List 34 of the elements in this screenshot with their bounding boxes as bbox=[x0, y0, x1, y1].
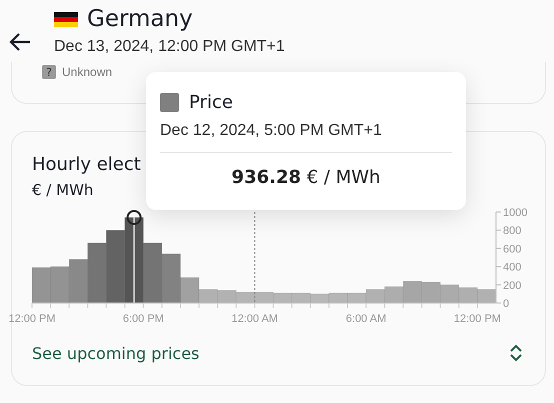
tooltip-value: 936.28 € / MWh bbox=[230, 167, 382, 188]
y-axis-label: 800 bbox=[503, 225, 522, 238]
series-swatch-icon bbox=[160, 93, 179, 112]
price-bar bbox=[422, 282, 441, 304]
y-axis-label: 600 bbox=[503, 243, 522, 256]
back-arrow-icon[interactable] bbox=[9, 33, 31, 51]
price-bar bbox=[440, 284, 460, 304]
flag-icon bbox=[54, 12, 78, 26]
y-axis-label: 1000 bbox=[503, 207, 528, 219]
legend-label: Unknown bbox=[62, 65, 112, 79]
price-bar bbox=[384, 286, 404, 304]
price-bar bbox=[402, 280, 422, 304]
x-axis-label: 12:00 AM bbox=[231, 313, 278, 325]
price-bar bbox=[143, 242, 162, 304]
y-axis-label: 0 bbox=[503, 298, 510, 310]
x-axis-label: 6:00 PM bbox=[122, 313, 164, 325]
tooltip-time: Dec 12, 2024, 5:00 PM GMT+1 bbox=[160, 122, 383, 140]
upcoming-prices-link[interactable]: See upcoming prices bbox=[32, 344, 200, 362]
price-bar bbox=[50, 266, 70, 304]
x-axis-label: 6:00 AM bbox=[346, 313, 386, 325]
price-bar bbox=[87, 242, 106, 304]
expand-chevrons-icon[interactable] bbox=[509, 343, 523, 363]
unit-label: € / MWh bbox=[31, 181, 94, 199]
x-axis-label: 12:00 PM bbox=[8, 313, 56, 325]
y-axis-label: 400 bbox=[503, 262, 522, 274]
price-bar bbox=[68, 259, 88, 304]
price-bar bbox=[32, 267, 51, 304]
x-axis-label: 12:00 PM bbox=[454, 313, 501, 325]
card-title: Hourly elect bbox=[31, 154, 142, 175]
tooltip-series: Price bbox=[189, 92, 233, 113]
header-date: Dec 13, 2024, 12:00 PM GMT+1 bbox=[54, 38, 285, 56]
country-title: Germany bbox=[87, 6, 193, 32]
y-axis-label: 200 bbox=[503, 280, 522, 292]
unknown-badge: ? bbox=[42, 65, 56, 79]
